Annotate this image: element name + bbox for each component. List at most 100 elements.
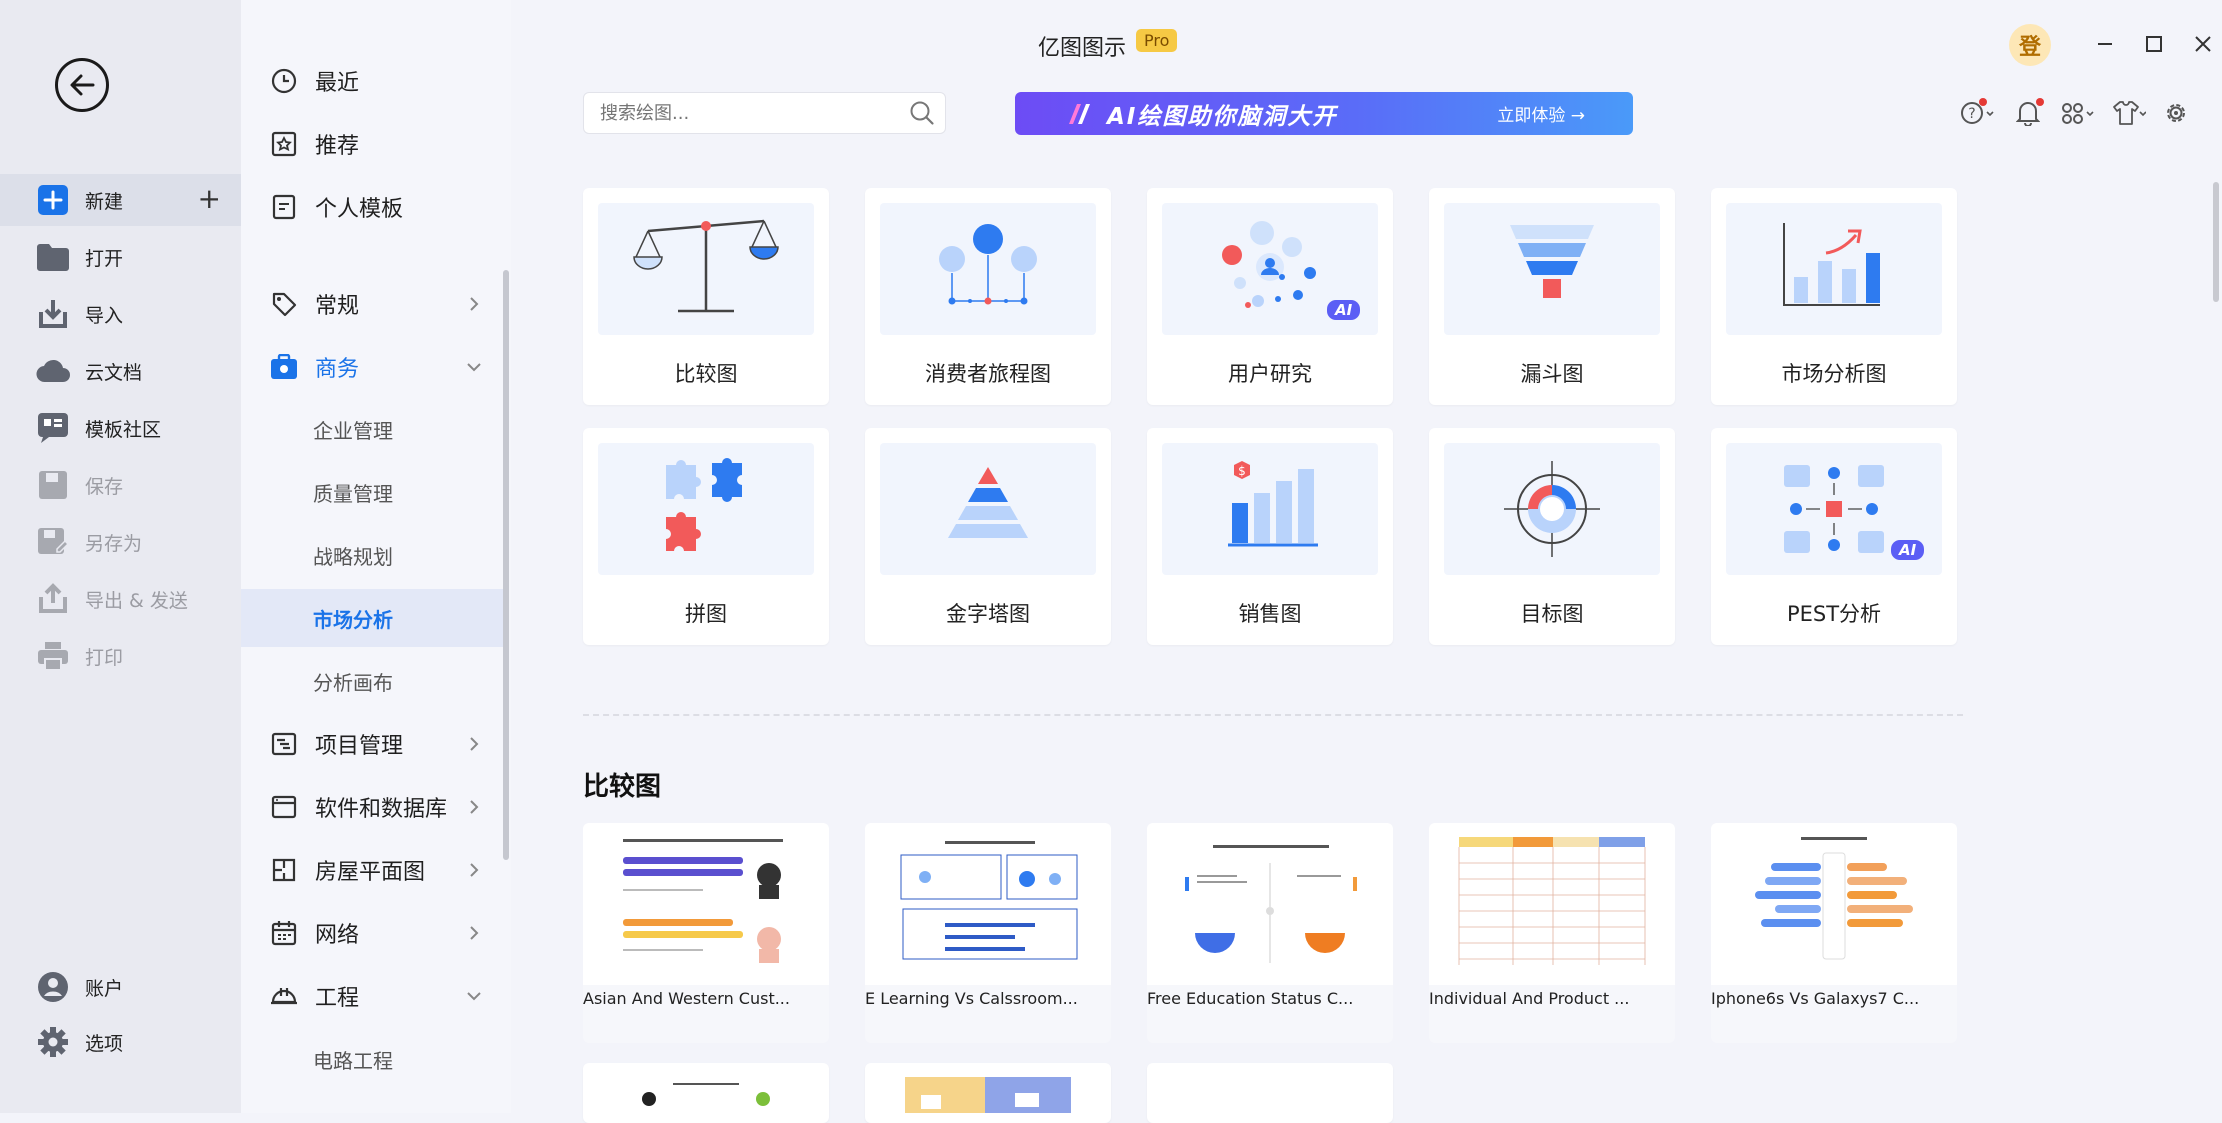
ai-logo-icon [1069,103,1090,124]
rail-item-print[interactable]: 打印 [0,630,241,682]
theme-button[interactable] [2109,98,2149,128]
settings-button[interactable] [2156,98,2196,128]
subcategory-strategy-planning[interactable]: 战略规划 [241,526,503,584]
diagram-card-target[interactable]: 目标图 [1429,428,1675,645]
search-input[interactable] [583,92,946,134]
section-title: 比较图 [583,772,662,802]
target-icon [1504,461,1600,557]
close-button[interactable] [2183,24,2222,64]
minimize-button[interactable] [2085,24,2125,64]
category-engineering[interactable]: 工程 [241,967,503,1025]
notification-dot [2036,98,2044,106]
ai-banner[interactable]: AI绘图助你脑洞大开 立即体验 → [1015,92,1633,135]
subcategory-quality-management[interactable]: 质量管理 [241,463,503,521]
diagram-card-sales[interactable]: $ 销售图 [1147,428,1393,645]
template-card-partial[interactable] [865,1063,1111,1123]
category-recommend[interactable]: 推荐 [241,115,503,173]
ai-tag: AI [1891,540,1925,560]
rail-item-save-as[interactable]: 另存为 [0,516,241,568]
rail-label: 模板社区 [85,418,162,441]
template-title: Iphone6s Vs Galaxys7 C... [1711,989,1920,1008]
category-scrollbar[interactable] [503,270,509,860]
rail-item-export[interactable]: 导出 & 发送 [0,573,241,625]
rail-item-save[interactable]: 保存 [0,459,241,511]
subcategory-market-analysis[interactable]: 市场分析 [241,589,503,647]
category-business[interactable]: 商务 [241,338,503,396]
diagram-card-user-research[interactable]: AI 用户研究 [1147,188,1393,405]
section-divider [583,714,1963,716]
category-project-management[interactable]: 项目管理 [241,715,503,773]
apps-icon [2062,103,2094,124]
rail-item-cloud[interactable]: 云文档 [0,345,241,397]
template-card[interactable]: Iphone6s Vs Galaxys7 C... [1711,823,1957,1043]
avatar[interactable]: 登 [2009,24,2051,66]
rail-item-new[interactable]: 新建 + [0,174,241,226]
help-button[interactable]: ? [1957,98,1997,128]
maximize-button[interactable] [2134,24,2174,64]
rail-item-community[interactable]: 模板社区 [0,402,241,454]
gantt-icon [269,729,299,759]
template-card[interactable]: Free Education Status C... [1147,823,1393,1043]
save-as-icon [36,525,70,559]
maximize-icon [2146,36,2162,52]
rail-item-import[interactable]: 导入 [0,288,241,340]
tag-icon [269,289,299,319]
subcategory-analysis-canvas[interactable]: 分析画布 [241,652,503,710]
template-preview [1147,823,1393,985]
template-card[interactable]: Individual And Product ... [1429,823,1675,1043]
template-card[interactable]: Asian And Western Cust... [583,823,829,1043]
diagram-card-consumer-journey[interactable]: 消费者旅程图 [865,188,1111,405]
add-new-button[interactable]: + [198,185,221,213]
software-icon [269,792,299,822]
category-recent[interactable]: 最近 [241,52,503,110]
category-label: 个人模板 [315,197,404,222]
chevron-down-icon [467,992,481,1001]
export-icon [36,582,70,616]
back-button[interactable] [55,58,109,112]
rail-item-options[interactable]: 选项 [0,1016,241,1068]
cloud-icon [36,354,70,388]
category-label: 房屋平面图 [315,860,426,885]
rail-item-account[interactable]: 账户 [0,961,241,1013]
pyramid-icon [948,467,1028,538]
main-scrollbar[interactable] [2213,182,2219,302]
diagram-card-pyramid[interactable]: 金字塔图 [865,428,1111,645]
category-personal-template[interactable]: 个人模板 [241,178,503,236]
category-software-database[interactable]: 软件和数据库 [241,778,503,836]
category-label: 常规 [315,294,360,319]
apps-button[interactable] [2057,98,2097,128]
category-label: 推荐 [315,134,360,159]
rail-label: 导入 [85,304,124,327]
diagram-card-label: 市场分析图 [1781,362,1887,386]
save-icon [36,468,70,502]
category-general[interactable]: 常规 [241,275,503,333]
diagram-card-label: 拼图 [685,602,727,626]
arrow-left-icon [70,74,95,96]
diagram-card-funnel[interactable]: 漏斗图 [1429,188,1675,405]
rail-label: 打印 [85,646,124,669]
settings-icon [36,1025,70,1059]
target-thumbnail [1444,443,1660,575]
template-card[interactable]: E Learning Vs Calssroom... [865,823,1111,1043]
ai-banner-cta[interactable]: 立即体验 → [1497,101,1585,126]
rail-label: 选项 [85,1032,124,1055]
category-label: 工程 [315,986,360,1011]
category-network[interactable]: 网络 [241,904,503,962]
category-floor-plan[interactable]: 房屋平面图 [241,841,503,899]
subcategory-enterprise-management[interactable]: 企业管理 [241,400,503,458]
category-label: 商务 [315,357,360,382]
rail-item-open[interactable]: 打开 [0,231,241,283]
ai-banner-cta-label: 立即体验 [1497,106,1566,126]
diagram-card-market-analysis[interactable]: 市场分析图 [1711,188,1957,405]
diagram-card-puzzle[interactable]: 拼图 [583,428,829,645]
market-chart-icon [1783,223,1880,306]
svg-text:?: ? [1968,106,1975,122]
diagram-card-comparison[interactable]: 比较图 [583,188,829,405]
template-card-partial[interactable] [1147,1063,1393,1123]
diagram-card-pest[interactable]: AI PEST分析 [1711,428,1957,645]
subcategory-circuit-engineering[interactable]: 电路工程 [241,1030,503,1088]
rail-label: 账户 [85,977,124,1000]
chevron-right-icon [470,800,479,814]
template-card-partial[interactable] [583,1063,829,1123]
notifications-button[interactable] [2008,98,2048,128]
